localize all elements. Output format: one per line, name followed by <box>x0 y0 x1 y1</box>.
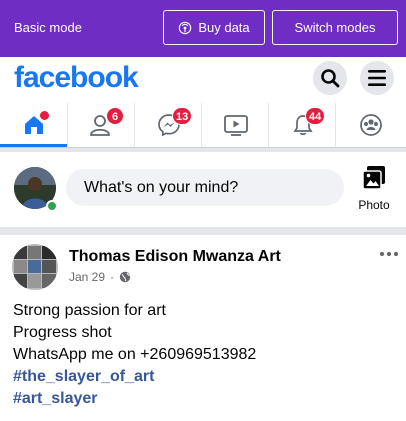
groups-icon <box>359 114 382 136</box>
tab-friends[interactable]: 6 <box>68 103 135 147</box>
menu-button[interactable] <box>360 61 394 95</box>
tab-messenger[interactable]: 13 <box>135 103 202 147</box>
globe-icon <box>119 271 131 283</box>
search-icon <box>321 69 340 88</box>
home-notification-dot <box>40 111 49 120</box>
hamburger-icon <box>368 70 386 86</box>
broadcast-icon <box>179 21 192 34</box>
hashtag-link[interactable]: #the_slayer_of_art <box>13 366 256 388</box>
post-author-name[interactable]: Thomas Edison Mwanza Art <box>69 248 281 266</box>
hashtag-link[interactable]: #art_slayer <box>13 388 256 410</box>
online-status-dot <box>46 200 58 212</box>
photo-button[interactable]: Photo <box>352 165 396 212</box>
post-text: Strong passion for art Progress shot Wha… <box>13 300 256 410</box>
tab-notifications[interactable]: 44 <box>269 103 336 147</box>
post-author-avatar[interactable] <box>12 244 58 290</box>
main-nav: 6 13 44 <box>0 103 406 148</box>
video-icon <box>223 115 248 136</box>
more-options-icon[interactable] <box>378 249 400 259</box>
header: facebook <box>0 57 406 103</box>
facebook-logo[interactable]: facebook <box>14 61 139 95</box>
post-composer: What's on your mind? Photo <box>0 152 406 227</box>
basic-mode-bar: Basic mode Buy data Switch modes <box>0 0 406 57</box>
notifications-badge: 44 <box>305 107 326 125</box>
friends-badge: 6 <box>106 107 124 125</box>
post-line: Strong passion for art <box>13 302 166 319</box>
buy-data-button[interactable]: Buy data <box>163 10 265 45</box>
tab-watch[interactable] <box>202 103 269 147</box>
search-button[interactable] <box>313 61 347 95</box>
switch-modes-label: Switch modes <box>294 20 376 35</box>
buy-data-label: Buy data <box>198 20 250 35</box>
whats-on-your-mind-input[interactable]: What's on your mind? <box>66 169 344 206</box>
tab-groups[interactable] <box>337 103 404 147</box>
mode-label: Basic mode <box>14 20 82 35</box>
photo-label: Photo <box>358 198 390 212</box>
post-date[interactable]: Jan 29 <box>69 270 105 284</box>
post-line: Progress shot <box>13 324 112 341</box>
feed-post: Thomas Edison Mwanza Art Jan 29 · Strong… <box>0 235 406 421</box>
messenger-badge: 13 <box>172 107 193 125</box>
post-meta: Jan 29 · <box>69 270 131 284</box>
tab-home[interactable] <box>0 103 67 147</box>
meta-separator: · <box>110 270 115 284</box>
post-line: WhatsApp me on +260969513982 <box>13 346 257 363</box>
switch-modes-button[interactable]: Switch modes <box>272 10 398 45</box>
photo-icon <box>362 166 385 190</box>
